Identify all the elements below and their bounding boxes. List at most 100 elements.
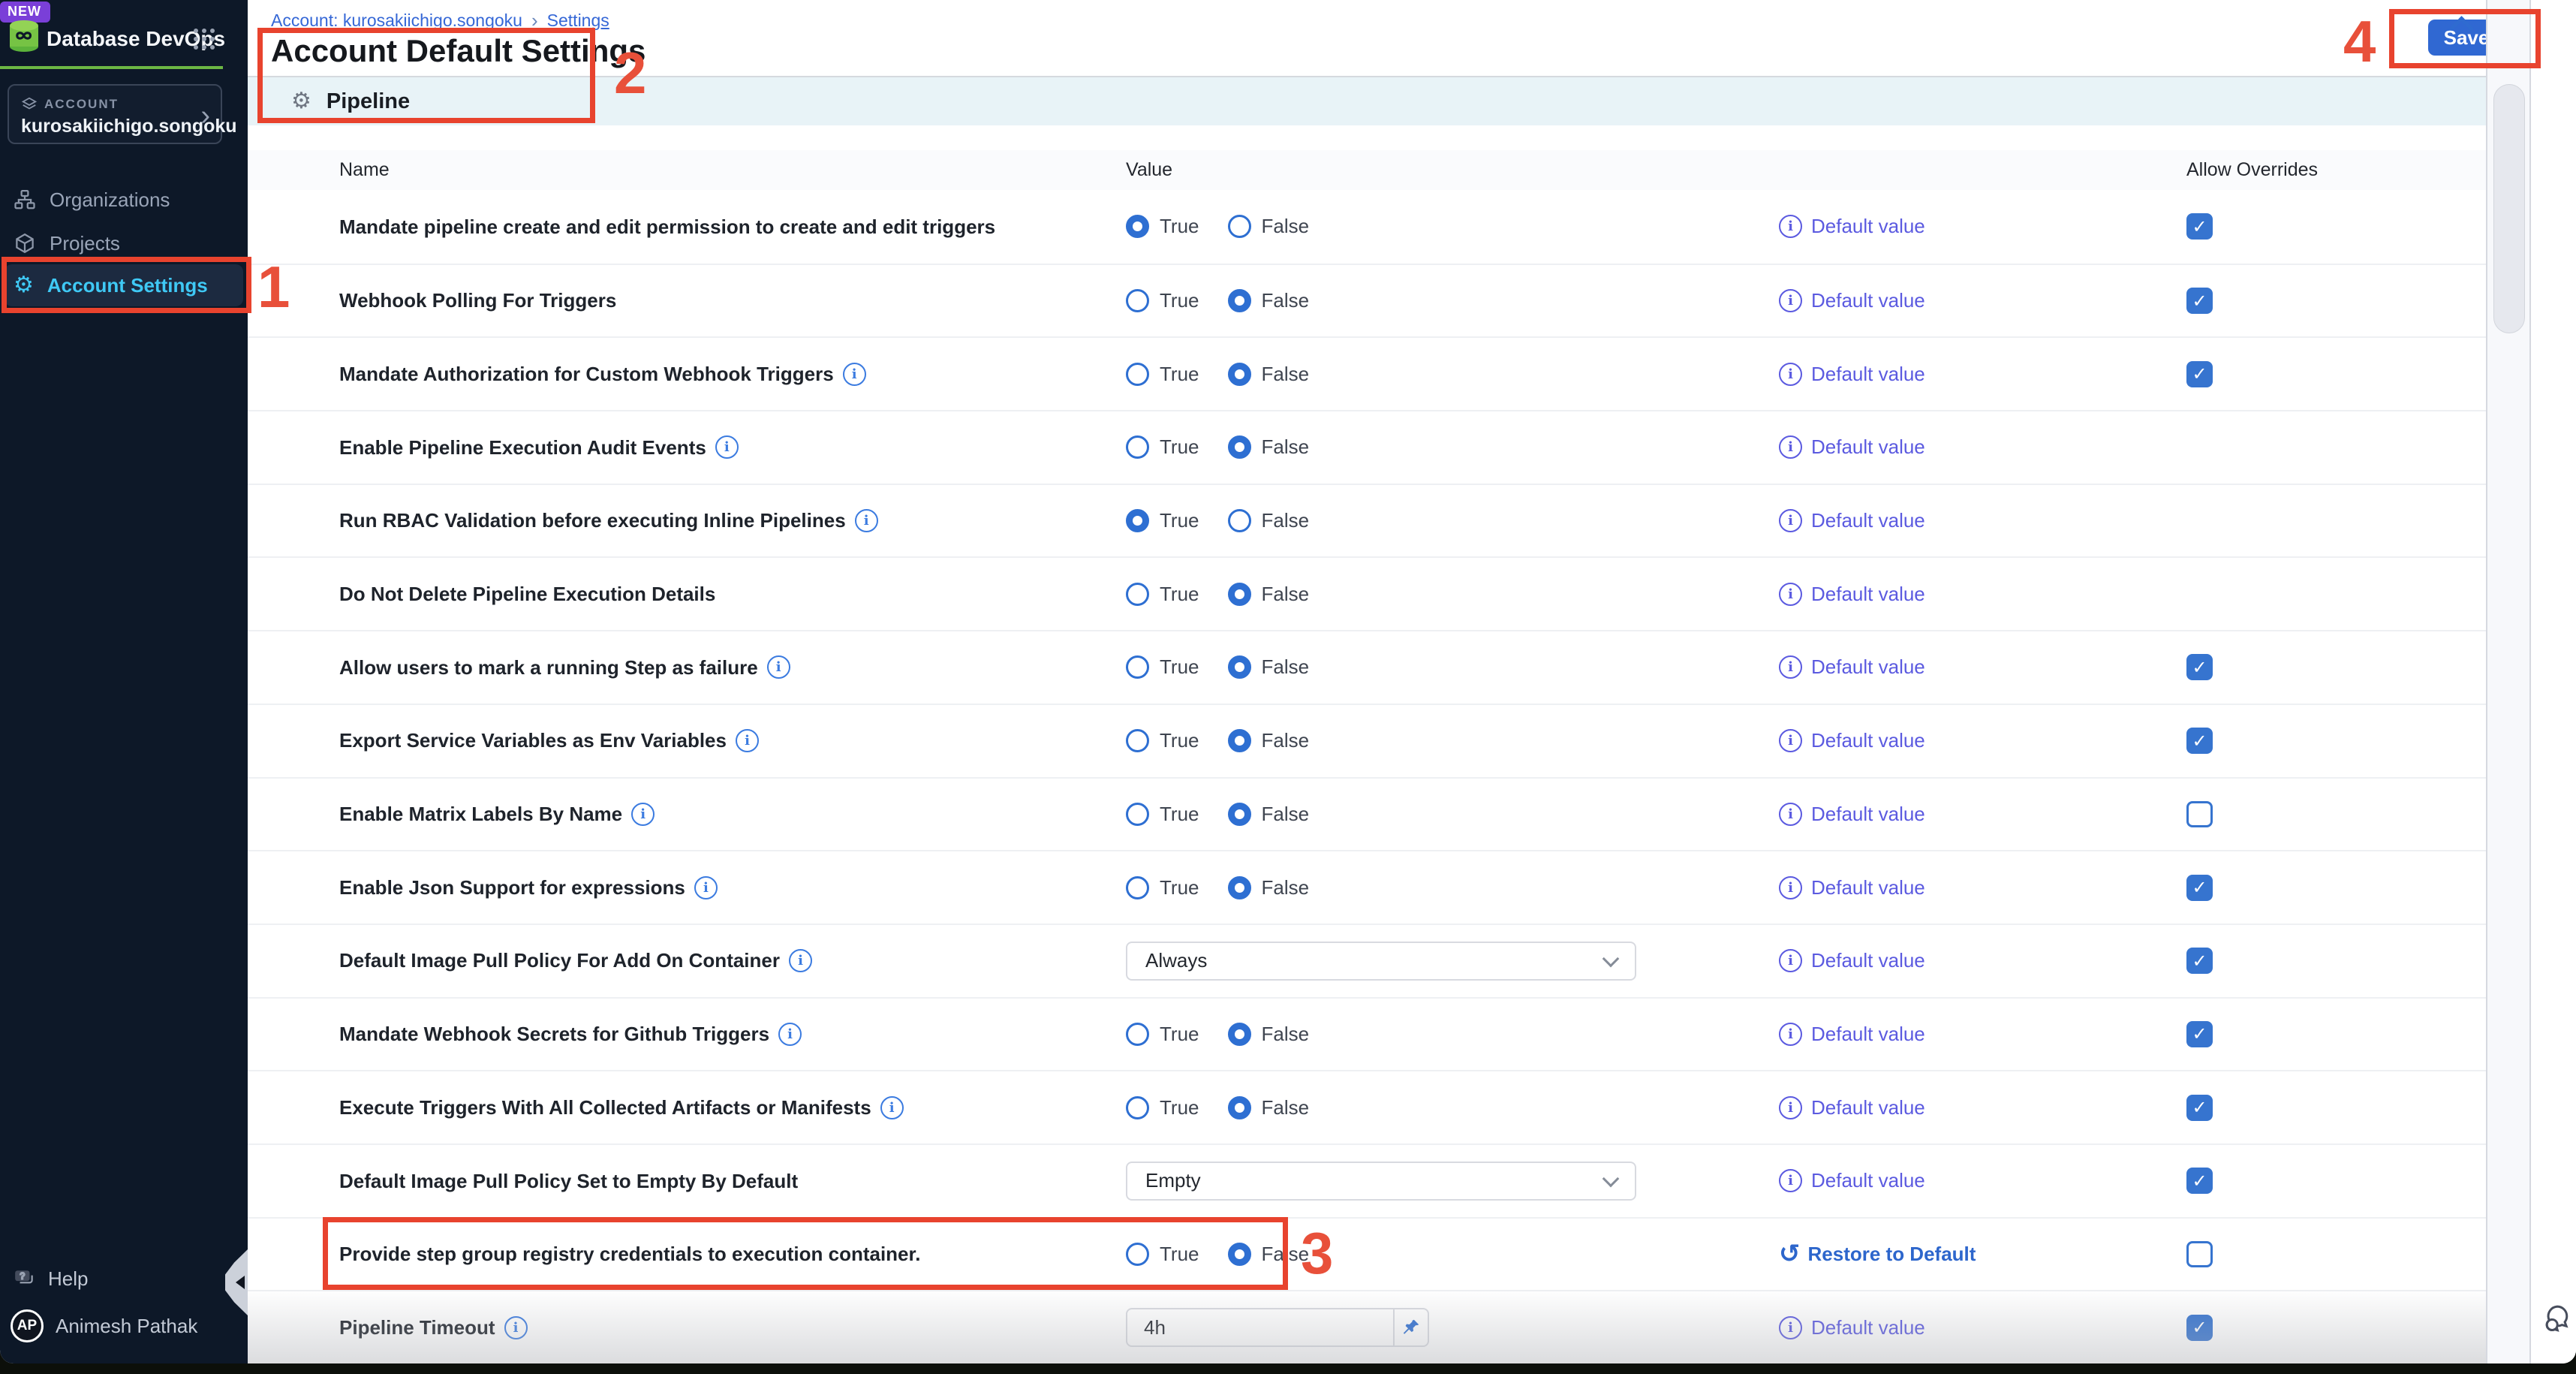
default-value-link[interactable]: iDefault value	[1779, 1096, 2186, 1119]
allow-overrides-checkbox-checked[interactable]: ✓	[2186, 948, 2213, 974]
radio-true[interactable]	[1126, 1243, 1149, 1266]
allow-overrides-checkbox-checked[interactable]: ✓	[2186, 288, 2213, 314]
value-dropdown[interactable]: Always	[1126, 942, 1636, 981]
radio-false[interactable]	[1228, 215, 1251, 238]
user-profile[interactable]: AP Animesh Pathak	[11, 1309, 197, 1342]
allow-overrides-checkbox-checked[interactable]: ✓	[2186, 213, 2213, 240]
radio-false-selected[interactable]	[1228, 876, 1251, 899]
radio-option-false[interactable]: False	[1228, 583, 1310, 606]
sidebar-item-account-settings[interactable]: ⚙ Account Settings	[5, 264, 243, 306]
info-icon[interactable]: i	[843, 363, 866, 386]
allow-overrides-checkbox-checked[interactable]: ✓	[2186, 1168, 2213, 1194]
default-value-link[interactable]: iDefault value	[1779, 435, 2186, 459]
info-icon[interactable]: i	[855, 509, 878, 532]
radio-option-true[interactable]: True	[1126, 435, 1199, 459]
radio-true-selected[interactable]	[1126, 215, 1149, 238]
info-icon[interactable]: i	[767, 655, 790, 679]
radio-true[interactable]	[1126, 655, 1149, 679]
timeout-input[interactable]: 4h	[1126, 1308, 1395, 1347]
radio-false-selected[interactable]	[1228, 803, 1251, 826]
default-value-link[interactable]: iDefault value	[1779, 215, 2186, 238]
allow-overrides-checkbox-checked[interactable]: ✓	[2186, 1021, 2213, 1047]
radio-false-selected[interactable]	[1228, 1096, 1251, 1119]
radio-option-false[interactable]: False	[1228, 1243, 1310, 1266]
radio-option-false[interactable]: False	[1228, 803, 1310, 826]
default-value-link[interactable]: iDefault value	[1779, 876, 2186, 899]
radio-option-false[interactable]: False	[1228, 876, 1310, 899]
radio-false-selected[interactable]	[1228, 435, 1251, 459]
info-icon[interactable]: i	[736, 729, 759, 752]
default-value-link[interactable]: iDefault value	[1779, 509, 2186, 532]
radio-false-selected[interactable]	[1228, 363, 1251, 386]
radio-option-false[interactable]: False	[1228, 215, 1310, 238]
radio-option-true[interactable]: True	[1126, 1243, 1199, 1266]
app-switcher-grid-icon[interactable]	[192, 27, 216, 51]
radio-option-true[interactable]: True	[1126, 876, 1199, 899]
radio-option-false[interactable]: False	[1228, 1096, 1310, 1119]
default-value-link[interactable]: iDefault value	[1779, 289, 2186, 312]
radio-false-selected[interactable]	[1228, 289, 1251, 312]
info-icon[interactable]: i	[789, 949, 812, 972]
default-value-link[interactable]: iDefault value	[1779, 1316, 2186, 1339]
radio-true[interactable]	[1126, 803, 1149, 826]
radio-false-selected[interactable]	[1228, 1243, 1251, 1266]
account-scope-selector[interactable]: ACCOUNT kurosakiichigo.songoku ›	[8, 84, 222, 144]
radio-option-false[interactable]: False	[1228, 289, 1310, 312]
default-value-link[interactable]: iDefault value	[1779, 803, 2186, 826]
radio-true[interactable]	[1126, 876, 1149, 899]
radio-true[interactable]	[1126, 435, 1149, 459]
radio-true[interactable]	[1126, 289, 1149, 312]
breadcrumb-account-link[interactable]: Account: kurosakiichigo.songoku	[271, 11, 522, 31]
radio-option-false[interactable]: False	[1228, 729, 1310, 752]
pipeline-section-header[interactable]: ⚙ Pipeline	[248, 76, 2486, 125]
radio-option-true[interactable]: True	[1126, 1096, 1199, 1119]
sidebar-item-organizations[interactable]: Organizations	[5, 179, 243, 221]
radio-true-selected[interactable]	[1126, 509, 1149, 532]
default-value-link[interactable]: iDefault value	[1779, 583, 2186, 606]
radio-false-selected[interactable]	[1228, 1023, 1251, 1046]
value-dropdown[interactable]: Empty	[1126, 1162, 1636, 1201]
info-icon[interactable]: i	[631, 803, 655, 826]
info-icon[interactable]: i	[880, 1096, 904, 1119]
info-icon[interactable]: i	[715, 435, 739, 459]
radio-true[interactable]	[1126, 363, 1149, 386]
default-value-link[interactable]: iDefault value	[1779, 949, 2186, 972]
default-value-link[interactable]: iDefault value	[1779, 363, 2186, 386]
radio-option-true[interactable]: True	[1126, 729, 1199, 752]
radio-true[interactable]	[1126, 1096, 1149, 1119]
allow-overrides-checkbox-checked[interactable]: ✓	[2186, 654, 2213, 680]
radio-option-true[interactable]: True	[1126, 509, 1199, 532]
radio-option-false[interactable]: False	[1228, 435, 1310, 459]
vertical-scrollbar[interactable]	[2486, 0, 2531, 1363]
default-value-link[interactable]: iDefault value	[1779, 729, 2186, 752]
default-value-link[interactable]: iDefault value	[1779, 1169, 2186, 1192]
radio-option-true[interactable]: True	[1126, 583, 1199, 606]
allow-overrides-checkbox-checked[interactable]: ✓	[2186, 361, 2213, 387]
feedback-chat-icon[interactable]	[2543, 1300, 2576, 1335]
allow-overrides-checkbox-checked[interactable]: ✓	[2186, 728, 2213, 754]
restore-to-default-link[interactable]: ↺Restore to Default	[1779, 1243, 2186, 1266]
radio-option-true[interactable]: True	[1126, 289, 1199, 312]
allow-overrides-checkbox-unchecked[interactable]	[2186, 1241, 2213, 1267]
pin-button[interactable]	[1395, 1308, 1429, 1347]
radio-false-selected[interactable]	[1228, 729, 1251, 752]
radio-false-selected[interactable]	[1228, 655, 1251, 679]
breadcrumb-settings-link[interactable]: Settings	[547, 11, 609, 31]
info-icon[interactable]: i	[778, 1023, 802, 1046]
radio-option-true[interactable]: True	[1126, 363, 1199, 386]
radio-false-selected[interactable]	[1228, 583, 1251, 606]
sidebar-collapse-handle[interactable]	[225, 1249, 248, 1315]
info-icon[interactable]: i	[694, 876, 718, 899]
radio-true[interactable]	[1126, 729, 1149, 752]
scrollbar-thumb[interactable]	[2493, 84, 2525, 333]
radio-false[interactable]	[1228, 509, 1251, 532]
allow-overrides-checkbox-checked[interactable]: ✓	[2186, 1315, 2213, 1341]
radio-option-true[interactable]: True	[1126, 215, 1199, 238]
radio-option-false[interactable]: False	[1228, 1023, 1310, 1046]
help-button[interactable]: ? Help	[14, 1267, 88, 1291]
sidebar-item-projects[interactable]: Projects	[5, 222, 243, 264]
radio-option-true[interactable]: True	[1126, 1023, 1199, 1046]
radio-option-false[interactable]: False	[1228, 509, 1310, 532]
radio-true[interactable]	[1126, 1023, 1149, 1046]
radio-option-false[interactable]: False	[1228, 655, 1310, 679]
